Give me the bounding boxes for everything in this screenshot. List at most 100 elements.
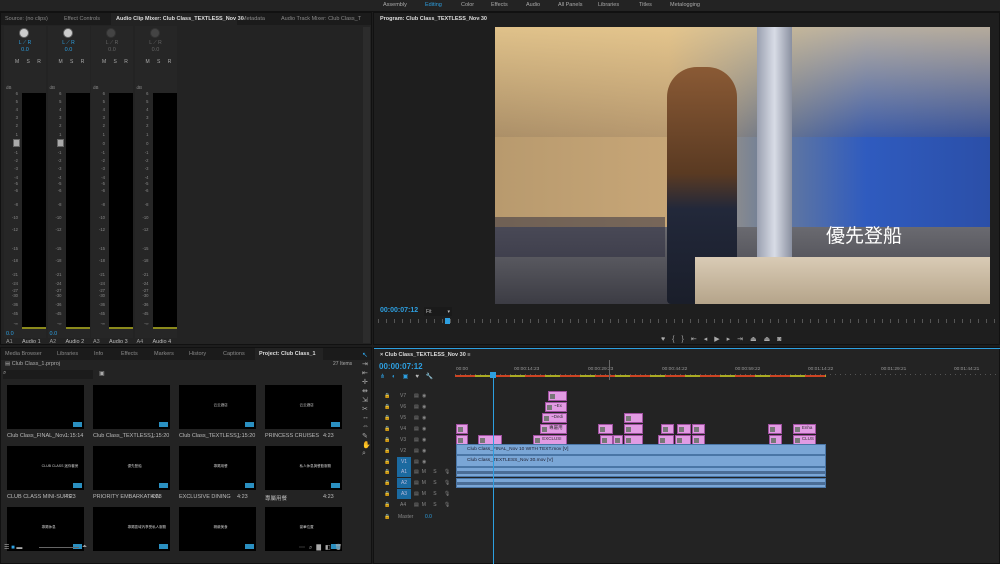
- sort-icon[interactable]: ⏶: [82, 544, 87, 551]
- workspace-assembly[interactable]: Assembly: [383, 2, 407, 8]
- mute-solo-icons[interactable]: ▤M S 🎙: [414, 469, 453, 475]
- lock-track-icon[interactable]: 🔒: [384, 426, 390, 432]
- project-item-name[interactable]: Club Class_TEXTLESS_...: [179, 433, 244, 439]
- project-item-name[interactable]: 專屬用餐: [265, 494, 287, 502]
- sequence-tab[interactable]: × Club Class_TEXTLESS_Nov 30 ≡: [380, 352, 471, 358]
- new-item-icon[interactable]: ◧: [325, 545, 335, 551]
- playhead-line[interactable]: [492, 377, 494, 564]
- search-input[interactable]: ⌕: [3, 370, 93, 379]
- list-view-icon[interactable]: ☰: [4, 545, 9, 551]
- lock-track-icon[interactable]: 🔒: [384, 502, 390, 508]
- lock-track-icon[interactable]: 🔒: [384, 459, 390, 465]
- lock-track-icon[interactable]: 🔒: [384, 437, 390, 443]
- track-label-V7[interactable]: V7: [400, 393, 406, 399]
- pan-value[interactable]: 0.0: [48, 47, 90, 53]
- step-back-icon[interactable]: ◂: [704, 336, 715, 343]
- mark-out-icon[interactable]: }: [682, 336, 691, 343]
- project-item-thumbnail[interactable]: 精緻美食: [179, 507, 256, 551]
- project-item-thumbnail[interactable]: 專屬區域內享受私人服務: [93, 507, 170, 551]
- project-item-thumbnail[interactable]: CLUB CLASS 迷你套房: [7, 446, 84, 490]
- workspace-all-panels[interactable]: All Panels: [558, 2, 582, 8]
- mute-solo-record-buttons[interactable]: M S R: [102, 59, 131, 65]
- project-item-thumbnail[interactable]: 云云酒店: [265, 385, 342, 429]
- video-clip[interactable]: Club Class_TEXTLESS_Nov 30.mov [V]: [456, 455, 826, 467]
- eye-icon[interactable]: ◉: [422, 393, 426, 399]
- monitor-playhead[interactable]: [445, 318, 450, 324]
- track-target-A2[interactable]: A2: [397, 478, 411, 488]
- tab-media-browser[interactable]: Media Browser: [5, 351, 42, 357]
- volume-fader[interactable]: [56, 138, 64, 147]
- lock-track-icon[interactable]: 🔒: [384, 393, 390, 399]
- linked-selection-icon[interactable]: ◐: [392, 374, 403, 380]
- mute-solo-icons[interactable]: ▤M S 🎙: [414, 491, 453, 497]
- lock-track-icon[interactable]: 🔒: [384, 404, 390, 410]
- pan-value[interactable]: 0.0: [135, 47, 177, 53]
- graphic-clip[interactable]: [624, 413, 643, 423]
- sync-lock-icon[interactable]: ▤: [414, 415, 419, 421]
- project-item-thumbnail[interactable]: [7, 385, 84, 429]
- pan-knob[interactable]: [106, 28, 116, 38]
- workspace-audio[interactable]: Audio: [526, 2, 540, 8]
- ripple-edit-icon[interactable]: ✛: [362, 378, 368, 386]
- export-frame-icon[interactable]: ◙: [777, 336, 788, 343]
- pan-value[interactable]: 0.0: [4, 47, 46, 53]
- video-clip[interactable]: Club Class_FINAL_Nov 10 WITH TEXT.mov [V…: [456, 444, 826, 455]
- graphic-clip[interactable]: [767, 424, 783, 434]
- track-select-backward-icon[interactable]: ⇤: [362, 369, 368, 377]
- sync-lock-icon[interactable]: ▤: [414, 437, 419, 443]
- sync-lock-icon[interactable]: ▤: [414, 459, 419, 465]
- selection-tool-icon[interactable]: ↖: [362, 351, 368, 359]
- graphic-clip[interactable]: [691, 424, 705, 434]
- project-item-thumbnail[interactable]: [93, 385, 170, 429]
- tab-3[interactable]: Metadata: [242, 16, 265, 22]
- eye-icon[interactable]: ◉: [422, 448, 426, 454]
- sync-lock-icon[interactable]: ▤: [414, 404, 419, 410]
- freeform-view-icon[interactable]: ▬: [16, 545, 22, 551]
- graphic-clip[interactable]: [456, 424, 469, 434]
- rolling-edit-icon[interactable]: ⇹: [362, 387, 368, 395]
- graphic-clip[interactable]: [598, 424, 613, 434]
- master-value[interactable]: 0.0: [425, 514, 432, 520]
- track-label-A4[interactable]: A4: [400, 502, 406, 508]
- eye-icon[interactable]: ◉: [422, 415, 426, 421]
- fader-level[interactable]: 0.0: [6, 331, 14, 337]
- eye-icon[interactable]: ◉: [422, 437, 426, 443]
- track-select-forward-icon[interactable]: ⇥: [362, 360, 368, 368]
- extract-icon[interactable]: ⏏: [764, 336, 778, 343]
- track-label-V2[interactable]: V2: [400, 448, 406, 454]
- lift-icon[interactable]: ⏏: [750, 336, 764, 343]
- eye-icon[interactable]: ◉: [422, 426, 426, 432]
- new-bin-icon[interactable]: ▣: [99, 370, 105, 377]
- workspace-color[interactable]: Color: [461, 2, 474, 8]
- tab-markers[interactable]: Markers: [154, 351, 174, 357]
- scrollbar[interactable]: [363, 27, 370, 343]
- track-label-V3[interactable]: V3: [400, 437, 406, 443]
- mute-solo-record-buttons[interactable]: M S R: [146, 59, 175, 65]
- track-target-A3[interactable]: A3: [397, 489, 411, 499]
- graphic-clip[interactable]: [677, 424, 691, 434]
- trash-icon[interactable]: 🗑: [335, 545, 347, 551]
- lock-track-icon[interactable]: 🔒: [384, 415, 390, 421]
- eye-icon[interactable]: ◉: [422, 459, 426, 465]
- go-to-in-icon[interactable]: ⇤: [691, 336, 704, 343]
- workspace-titles[interactable]: Titles: [639, 2, 652, 8]
- time-ruler[interactable]: [455, 374, 1000, 375]
- snap-icon[interactable]: ⋔: [380, 374, 392, 380]
- pan-knob[interactable]: [149, 28, 160, 38]
- graphic-clip[interactable]: [660, 424, 675, 434]
- hand-icon[interactable]: ✋: [362, 441, 371, 449]
- track-label-V4[interactable]: V4: [400, 426, 406, 432]
- project-item-thumbnail[interactable]: 專屬用餐: [179, 446, 256, 490]
- mark-in-icon[interactable]: {: [672, 336, 681, 343]
- project-item-name[interactable]: PRINCESS CRUISES: [265, 433, 319, 439]
- automate-icon[interactable]: ⋯: [299, 545, 309, 551]
- marker-icon[interactable]: ♥: [661, 336, 672, 343]
- sync-lock-icon[interactable]: ▤: [414, 393, 419, 399]
- zoom-dropdown[interactable]: Fit ▾: [424, 307, 452, 316]
- project-item-name[interactable]: Club Class_FINAL_Nov...: [7, 433, 69, 439]
- nest-icon[interactable]: ▣: [403, 374, 416, 380]
- mute-solo-icons[interactable]: ▤M S 🎙: [414, 480, 453, 486]
- graphic-clip[interactable]: ~Dedi: [542, 413, 567, 423]
- project-item-name[interactable]: PRIORITY EMBARKATION: [93, 494, 160, 500]
- mute-solo-icons[interactable]: ▤M S 🎙: [414, 502, 453, 508]
